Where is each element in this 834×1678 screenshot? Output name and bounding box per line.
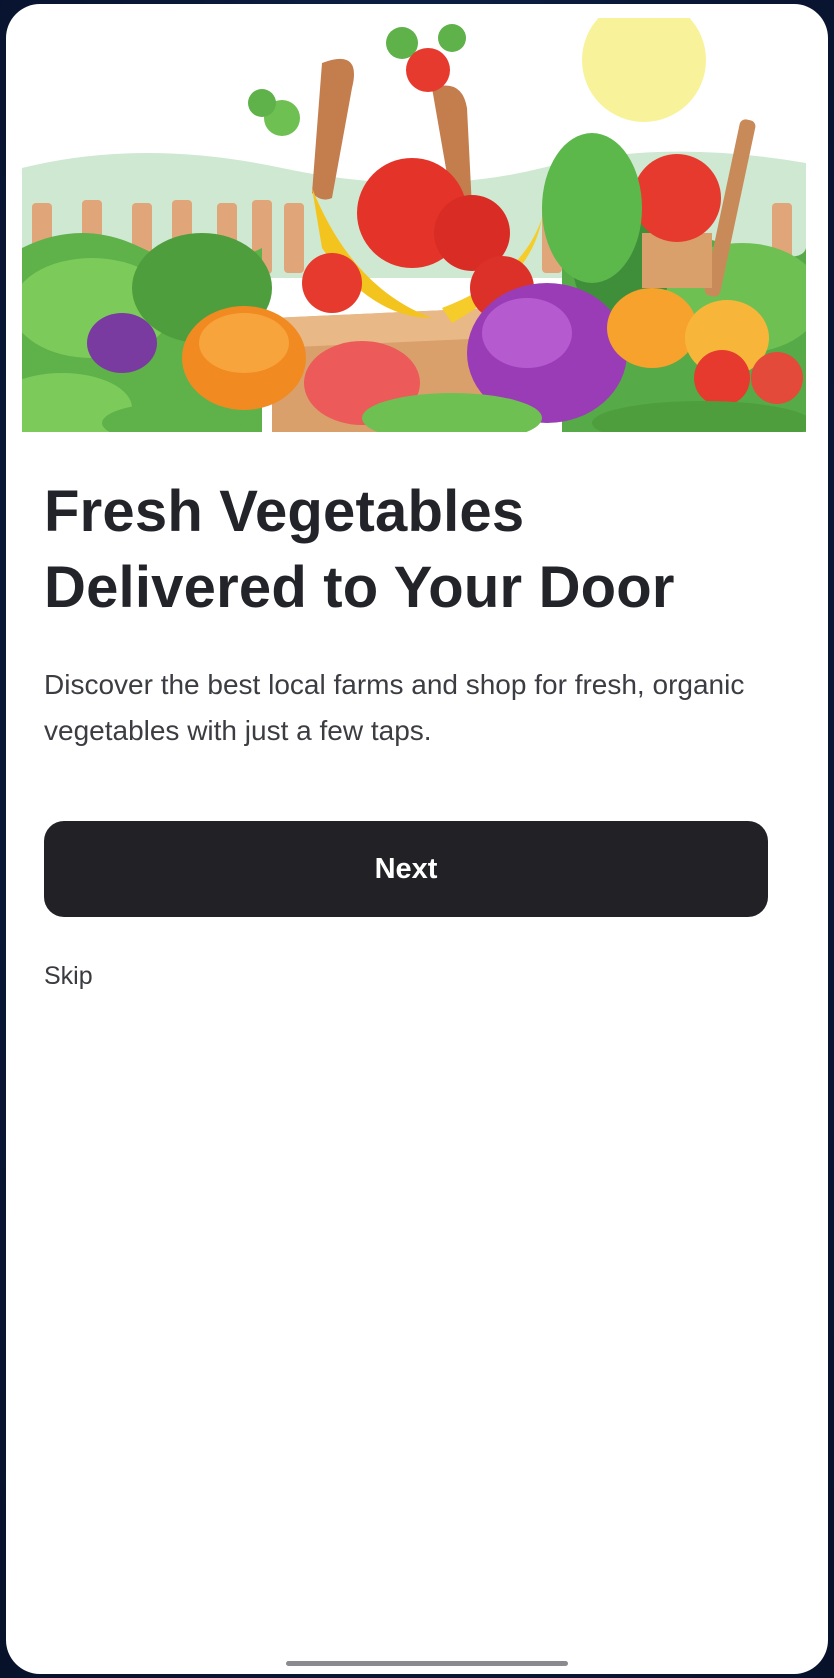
home-indicator <box>286 1661 568 1666</box>
page-description: Discover the best local farms and shop f… <box>44 669 745 746</box>
device-frame: Fresh Vegetables Delivered to Your Door … <box>0 0 834 1678</box>
hero-illustration <box>22 18 806 432</box>
page-title: Fresh Vegetables Delivered to Your Door <box>44 479 675 620</box>
skip-link[interactable]: Skip <box>44 962 93 991</box>
vegetable-garden-illustration <box>22 18 806 432</box>
next-button[interactable]: Next <box>44 821 768 917</box>
onboarding-screen: Fresh Vegetables Delivered to Your Door … <box>6 4 828 1674</box>
